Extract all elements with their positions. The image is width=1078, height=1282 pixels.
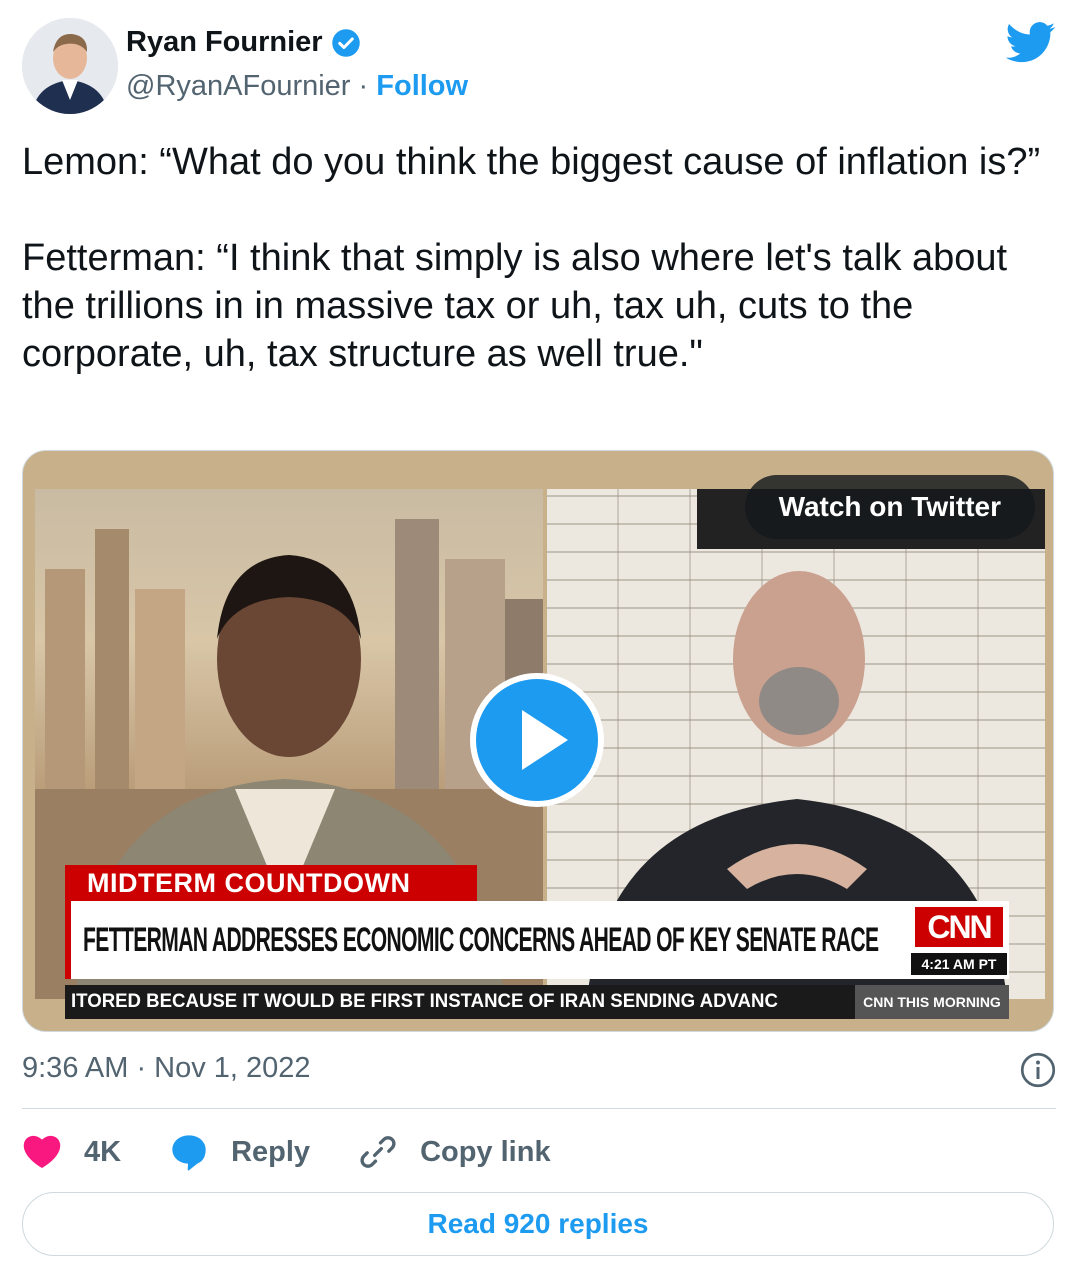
banner-headline-text: FETTERMAN ADDRESSES ECONOMIC CONCERNS AH… <box>83 921 879 959</box>
copy-link-button[interactable]: Copy link <box>358 1132 551 1172</box>
ticker-text: ITORED BECAUSE IT WOULD BE FIRST INSTANC… <box>71 991 778 1012</box>
like-count: 4K <box>84 1135 122 1168</box>
copy-link-label: Copy link <box>420 1135 551 1168</box>
banner-headline: FETTERMAN ADDRESSES ECONOMIC CONCERNS AH… <box>65 901 907 979</box>
follow-button[interactable]: Follow <box>376 70 468 102</box>
author-handle[interactable]: @RyanAFournier <box>126 70 350 102</box>
divider <box>22 1108 1056 1109</box>
video-player[interactable]: Watch on Twitter MIDTERM COUNTDOWN FETTE… <box>22 450 1054 1032</box>
reply-bubble-icon <box>172 1135 206 1171</box>
watch-on-twitter-button[interactable]: Watch on Twitter <box>744 475 1035 539</box>
reply-label: Reply <box>231 1135 311 1168</box>
ticker-brand: CNN THIS MORNING <box>855 985 1009 1019</box>
verified-badge-icon <box>331 28 360 57</box>
play-icon[interactable] <box>470 673 604 807</box>
network-box: CNN 4:21 AM PT <box>907 901 1009 979</box>
cnn-logo: CNN <box>915 907 1003 947</box>
tweet-timestamp[interactable]: 9:36 AM · Nov 1, 2022 <box>22 1052 311 1085</box>
heart-icon <box>23 1135 61 1168</box>
avatar[interactable] <box>22 18 118 114</box>
twitter-bird-icon[interactable] <box>1006 22 1056 64</box>
action-bar: 4K Reply Copy link <box>22 1126 599 1178</box>
avatar-image <box>22 18 118 114</box>
read-replies-button[interactable]: Read 920 replies <box>22 1192 1054 1256</box>
like-button[interactable]: 4K <box>22 1132 121 1172</box>
banner-tag: MIDTERM COUNTDOWN <box>65 865 477 901</box>
author-name[interactable]: Ryan Fournier <box>126 26 323 59</box>
broadcast-clock: 4:21 AM PT <box>911 953 1007 975</box>
tweet-header: Ryan Fournier @RyanAFournier · Follow <box>22 18 1056 114</box>
news-ticker: ITORED BECAUSE IT WOULD BE FIRST INSTANC… <box>65 985 1009 1019</box>
separator-dot: · <box>358 70 369 102</box>
link-icon <box>360 1136 396 1168</box>
tweet-text: Lemon: “What do you think the biggest ca… <box>22 141 1041 375</box>
info-icon[interactable] <box>1020 1052 1056 1088</box>
reply-button[interactable]: Reply <box>169 1132 310 1172</box>
